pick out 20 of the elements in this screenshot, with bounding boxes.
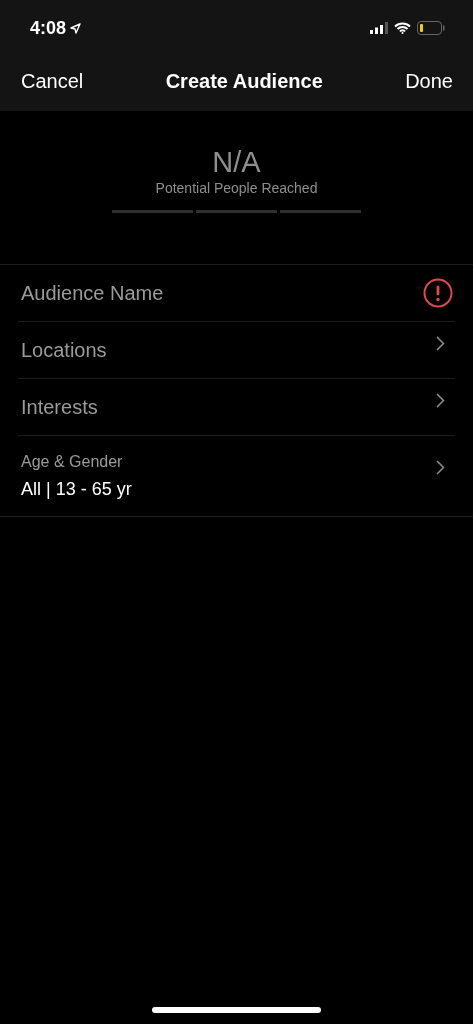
menu-item[interactable]: Locations [21,322,107,378]
home-indicator[interactable] [152,1007,321,1013]
screen-title: Create Audience [165,70,323,93]
status-time: 4:08 [30,17,67,39]
done-button[interactable]: Done [405,70,453,93]
chevron-right-icon [436,336,445,351]
menu-item[interactable]: Age & Gender [21,453,132,471]
reach-caption: Potential People Reached [155,180,318,196]
field-value: All | 13 - 65 yr [21,479,132,500]
chevron-right-icon [436,393,445,408]
cancel-button[interactable]: Cancel [21,70,84,93]
signal-icon [370,22,388,34]
alert-icon [423,278,453,308]
location-arrow-icon [70,22,82,34]
battery-icon [417,21,445,35]
chevron-right-icon [436,460,445,475]
reach-value: N/A [212,146,261,178]
field-label[interactable]: Audience Name [21,281,164,305]
menu-item[interactable]: Interests [21,379,98,435]
wifi-icon [394,22,411,34]
